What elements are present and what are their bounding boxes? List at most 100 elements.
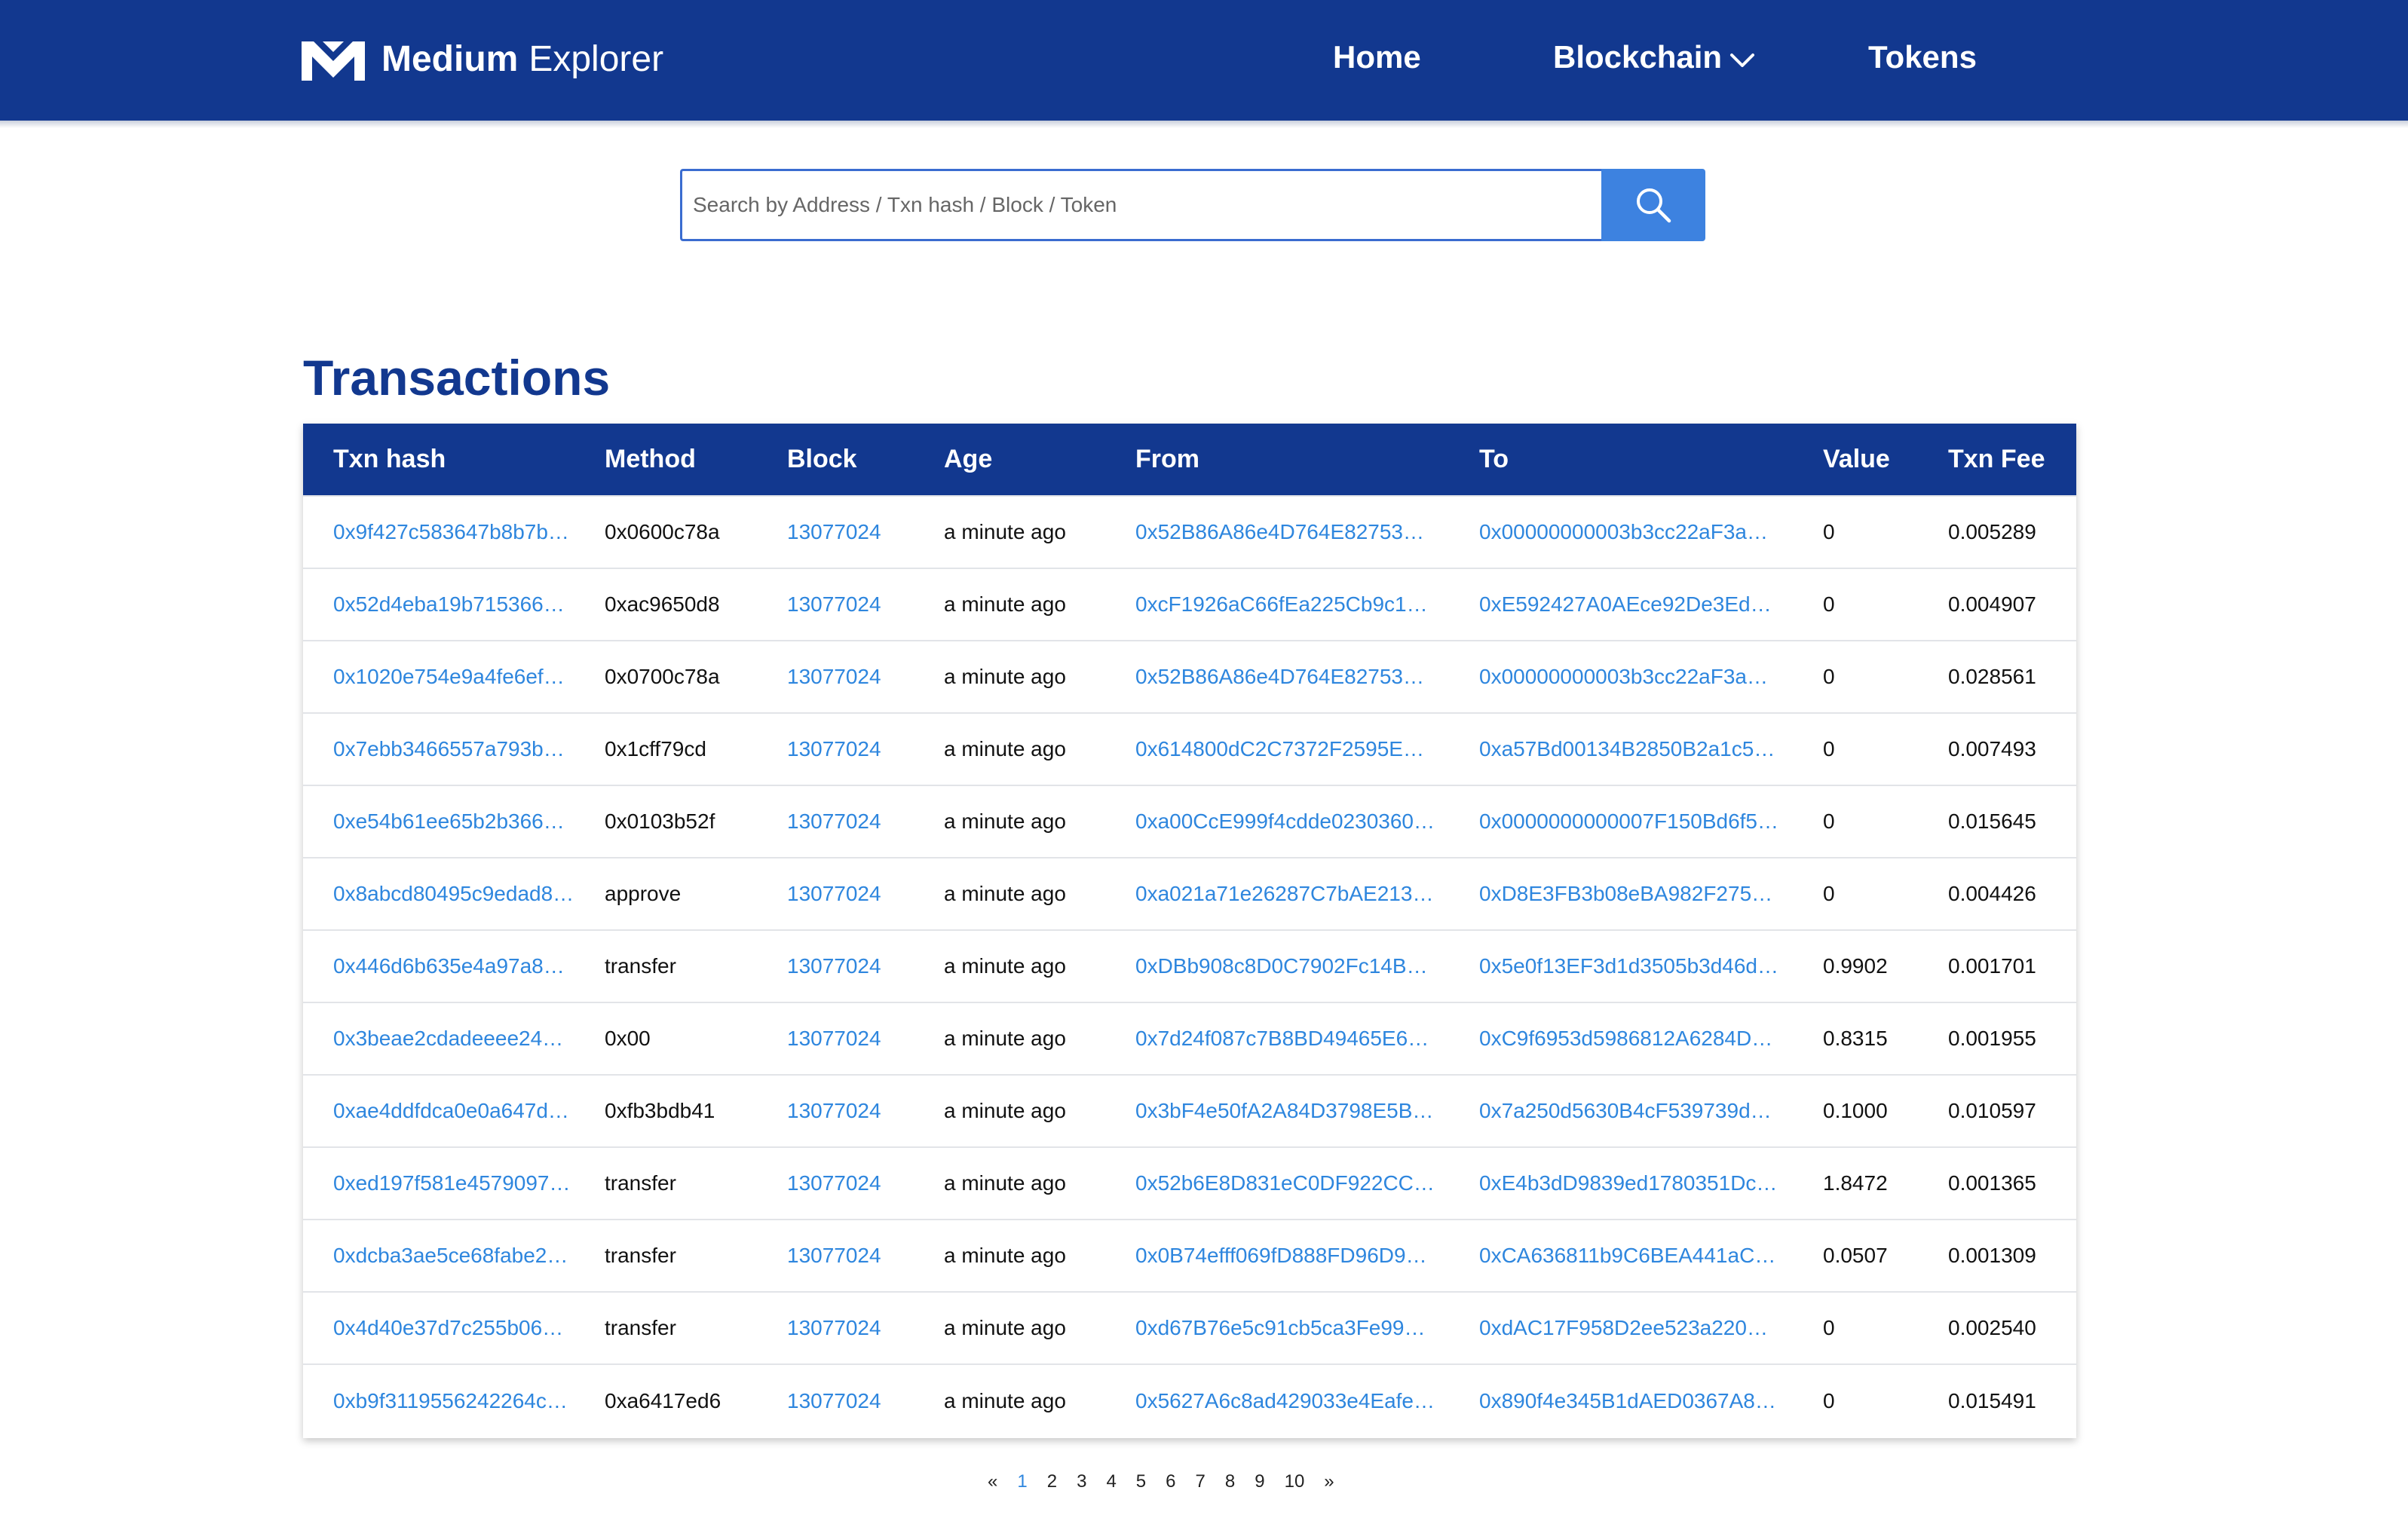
from-address-link[interactable]: 0xDBb908c8D0C7902Fc14BbA…	[1105, 930, 1449, 1002]
from-address-link[interactable]: 0x52B86A86e4D764E8275391c…	[1105, 641, 1449, 713]
to-address-link[interactable]: 0xD8E3FB3b08eBA982F27549…	[1449, 858, 1793, 930]
table-row: 0xae4ddfdca0e0a647d… 0xfb3bdb41 13077024 a …	[303, 1075, 2076, 1147]
block-link[interactable]: 13077024	[757, 1220, 914, 1292]
txn-hash-link[interactable]: 0x52d4eba19b715366c…	[303, 568, 574, 641]
txn-hash-link[interactable]: 0x1020e754e9a4fe6ef1…	[303, 641, 574, 713]
txn-hash-link[interactable]: 0xb9f3119556242264c…	[303, 1364, 574, 1437]
method-cell: 0x00	[605, 1027, 651, 1050]
pagination-page-1[interactable]: 1	[1017, 1471, 1027, 1492]
from-address-link[interactable]: 0x0B74efff069fD888FD96D9B2…	[1105, 1220, 1449, 1292]
method-cell: transfer	[605, 954, 676, 978]
pagination-page-5[interactable]: 5	[1136, 1471, 1146, 1492]
method-cell: 0x0103b52f	[605, 809, 715, 833]
txn-hash-link[interactable]: 0x4d40e37d7c255b06d…	[303, 1292, 574, 1364]
txn-fee-cell: 0.015491	[1948, 1388, 2036, 1412]
from-address-link[interactable]: 0x52B86A86e4D764E8275391c…	[1105, 496, 1449, 568]
from-address-link[interactable]: 0x7d24f087c7B8BD49465E65A…	[1105, 1002, 1449, 1075]
column-header-value: Value	[1823, 445, 1890, 473]
txn-hash-link[interactable]: 0x7ebb3466557a793bc…	[303, 713, 574, 785]
to-address-link[interactable]: 0x00000000003b3cc22aF3aE1…	[1449, 496, 1793, 568]
block-link[interactable]: 13077024	[757, 713, 914, 785]
value-cell: 0	[1823, 1316, 1835, 1339]
logo-text-bold: Medium	[381, 39, 519, 79]
to-address-link[interactable]: 0x890f4e345B1dAED0367A877…	[1449, 1364, 1793, 1437]
block-link[interactable]: 13077024	[757, 1075, 914, 1147]
nav-blockchain-dropdown[interactable]: Blockchain	[1553, 36, 1755, 78]
txn-hash-link[interactable]: 0xae4ddfdca0e0a647d…	[303, 1075, 574, 1147]
to-address-link[interactable]: 0xE592427A0AEce92De3Edee1…	[1449, 568, 1793, 641]
nav-tokens-label: Tokens	[1868, 39, 1977, 75]
from-address-link[interactable]: 0xcF1926aC66fEa225Cb9c129…	[1105, 568, 1449, 641]
from-address-link[interactable]: 0xa00CcE999f4cdde02303606…	[1105, 785, 1449, 858]
block-link[interactable]: 13077024	[757, 1292, 914, 1364]
to-address-link[interactable]: 0x7a250d5630B4cF539739dF2…	[1449, 1075, 1793, 1147]
logo[interactable]: Medium Explorer	[302, 36, 663, 83]
txn-hash-link[interactable]: 0x3beae2cdadeeee243…	[303, 1002, 574, 1075]
block-link[interactable]: 13077024	[757, 1147, 914, 1220]
txn-fee-cell: 0.004907	[1948, 592, 2036, 616]
pagination-next-button[interactable]: »	[1324, 1471, 1334, 1492]
block-link[interactable]: 13077024	[757, 858, 914, 930]
to-address-link[interactable]: 0x5e0f13EF3d1d3505b3d46d9…	[1449, 930, 1793, 1002]
method-cell: transfer	[605, 1171, 676, 1195]
txn-hash-link[interactable]: 0xe54b61ee65b2b366b…	[303, 785, 574, 858]
column-header-txn-fee: Txn Fee	[1948, 445, 2045, 473]
pagination-page-6[interactable]: 6	[1166, 1471, 1175, 1492]
to-address-link[interactable]: 0xE4b3dD9839ed1780351Dc54…	[1449, 1147, 1793, 1220]
age-cell: a minute ago	[944, 882, 1066, 905]
txn-hash-link[interactable]: 0xdcba3ae5ce68fabe2…	[303, 1220, 574, 1292]
txn-hash-link[interactable]: 0xed197f581e4579097…	[303, 1147, 574, 1220]
page-title: Transactions	[303, 350, 611, 406]
pagination-page-7[interactable]: 7	[1196, 1471, 1206, 1492]
to-address-link[interactable]: 0xCA636811b9C6BEA441aC27…	[1449, 1220, 1793, 1292]
value-cell: 0	[1823, 592, 1835, 616]
block-link[interactable]: 13077024	[757, 568, 914, 641]
table-row: 0xe54b61ee65b2b366b… 0x0103b52f 13077024 a …	[303, 785, 2076, 858]
block-link[interactable]: 13077024	[757, 930, 914, 1002]
to-address-link[interactable]: 0x00000000003b3cc22aF3aE1…	[1449, 641, 1793, 713]
block-link[interactable]: 13077024	[757, 496, 914, 568]
block-link[interactable]: 13077024	[757, 641, 914, 713]
value-cell: 0.8315	[1823, 1027, 1888, 1050]
txn-fee-cell: 0.010597	[1948, 1099, 2036, 1122]
from-address-link[interactable]: 0x3bF4e50fA2A84D3798E5Bfc…	[1105, 1075, 1449, 1147]
from-address-link[interactable]: 0x614800dC2C7372F2595E66…	[1105, 713, 1449, 785]
pagination-page-9[interactable]: 9	[1255, 1471, 1264, 1492]
from-address-link[interactable]: 0xa021a71e26287C7bAE213b8…	[1105, 858, 1449, 930]
block-link[interactable]: 13077024	[757, 785, 914, 858]
value-cell: 0	[1823, 1388, 1835, 1412]
value-cell: 0.0507	[1823, 1244, 1888, 1267]
nav-tokens[interactable]: Tokens	[1868, 36, 1977, 78]
block-link[interactable]: 13077024	[757, 1364, 914, 1437]
method-cell: transfer	[605, 1316, 676, 1339]
txn-hash-link[interactable]: 0x8abcd80495c9edad8…	[303, 858, 574, 930]
txn-hash-link[interactable]: 0x9f427c583647b8b7b…	[303, 496, 574, 568]
to-address-link[interactable]: 0xa57Bd00134B2850B2a1c558…	[1449, 713, 1793, 785]
from-address-link[interactable]: 0x52b6E8D831eC0DF922CC33…	[1105, 1147, 1449, 1220]
pagination-page-2[interactable]: 2	[1047, 1471, 1057, 1492]
pagination-page-3[interactable]: 3	[1077, 1471, 1086, 1492]
to-address-link[interactable]: 0xdAC17F958D2ee523a220620…	[1449, 1292, 1793, 1364]
nav-home[interactable]: Home	[1333, 36, 1421, 78]
txn-hash-link[interactable]: 0x446d6b635e4a97a80…	[303, 930, 574, 1002]
to-address-link[interactable]: 0xC9f6953d5986812A6284DD…	[1449, 1002, 1793, 1075]
column-header-txn-hash: Txn hash	[333, 445, 446, 473]
value-cell: 0	[1823, 809, 1835, 833]
to-address-link[interactable]: 0x0000000000007F150Bd6f54…	[1449, 785, 1793, 858]
pagination-page-10[interactable]: 10	[1285, 1471, 1305, 1492]
search-button[interactable]	[1601, 169, 1705, 241]
search-input[interactable]	[680, 169, 1601, 241]
from-address-link[interactable]: 0x5627A6c8ad429033e4EafeB…	[1105, 1364, 1449, 1437]
logo-text-light: Explorer	[528, 39, 664, 79]
txn-fee-cell: 0.001309	[1948, 1244, 2036, 1267]
column-header-age: Age	[944, 445, 993, 473]
table-row: 0x52d4eba19b715366c… 0xac9650d8 13077024 a …	[303, 568, 2076, 641]
pagination-page-4[interactable]: 4	[1106, 1471, 1116, 1492]
table-row: 0x446d6b635e4a97a80… transfer 13077024 a mi…	[303, 930, 2076, 1002]
block-link[interactable]: 13077024	[757, 1002, 914, 1075]
pagination-prev-button[interactable]: «	[988, 1471, 997, 1492]
from-address-link[interactable]: 0xd67B76e5c91cb5ca3Fe992C…	[1105, 1292, 1449, 1364]
pagination-page-8[interactable]: 8	[1225, 1471, 1235, 1492]
age-cell: a minute ago	[944, 592, 1066, 616]
value-cell: 0	[1823, 665, 1835, 688]
